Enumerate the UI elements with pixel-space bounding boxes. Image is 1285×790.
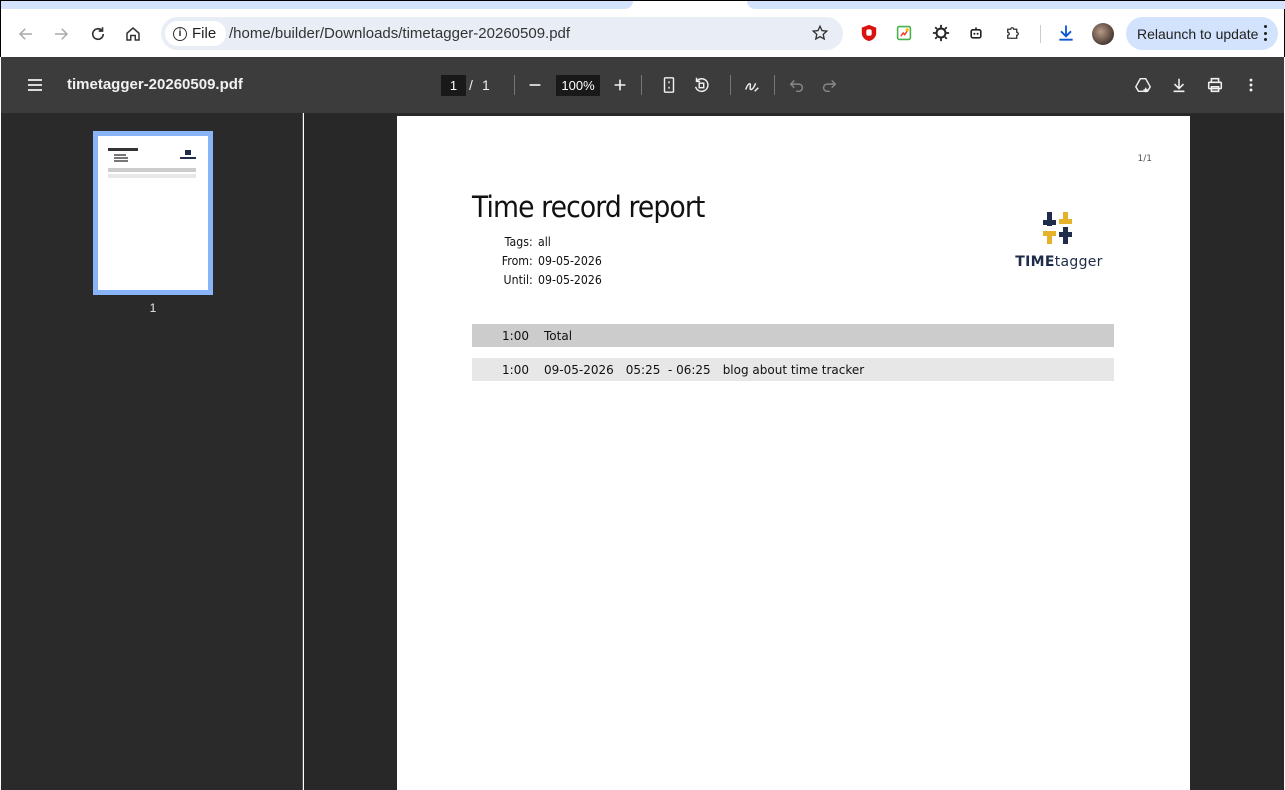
site-info-chip[interactable]: i File (165, 21, 227, 46)
meta-value: 09-05-2026 (538, 272, 602, 287)
robot-extension-icon[interactable] (966, 23, 986, 43)
zoom-level-input[interactable]: 100% (556, 75, 600, 96)
thumbnail-page-preview (98, 136, 208, 290)
entry-time-range: 05:25 - 06:25 (625, 362, 711, 377)
toolbar-divider (1040, 25, 1041, 43)
toolbar-divider (730, 75, 731, 95)
address-bar[interactable]: i File /home/builder/Downloads/timetagge… (161, 17, 843, 50)
meta-value: all (538, 234, 551, 249)
report-title: Time record report (472, 190, 705, 224)
toolbar-divider (774, 75, 775, 95)
fit-page-icon[interactable] (659, 75, 679, 95)
redo-icon[interactable] (819, 75, 839, 95)
entry-description: blog about time tracker (722, 362, 865, 377)
document-title: timetagger-20260509.pdf (67, 76, 243, 93)
zoom-in-icon[interactable] (610, 75, 630, 95)
ublock-icon[interactable] (859, 23, 879, 43)
forward-icon[interactable] (49, 22, 73, 46)
thumbnail-label: 1 (149, 301, 157, 315)
page-number-input[interactable]: 1 (441, 75, 466, 96)
download-icon[interactable] (1056, 23, 1076, 43)
logo-wordmark: TIMEtagger (1008, 254, 1110, 270)
total-duration: 1:00 (502, 328, 529, 343)
logo-wordmark-bold: TIME (1015, 254, 1055, 270)
relaunch-label: Relaunch to update (1137, 25, 1259, 42)
undo-icon[interactable] (787, 75, 807, 95)
browser-chrome: i File /home/builder/Downloads/timetagge… (0, 0, 1285, 57)
logo-wordmark-light: tagger (1054, 254, 1103, 270)
url-text[interactable]: /home/builder/Downloads/timetagger-20260… (229, 25, 570, 42)
meta-from: From: 09-05-2026 (472, 253, 736, 268)
pdf-page: 1/1 Time record report Tags: all From: 09-… (397, 116, 1190, 790)
download-icon[interactable] (1169, 75, 1189, 95)
table-row: 1:00 09-05-2026 05:25 - 06:25 blog about… (472, 358, 1114, 381)
meta-key: From: (501, 253, 533, 268)
meta-tags: Tags: all (472, 234, 736, 249)
meta-until: Until: 09-05-2026 (472, 272, 736, 287)
tab-strip (1, 1, 633, 9)
profile-avatar[interactable] (1092, 23, 1114, 45)
print-icon[interactable] (1205, 75, 1225, 95)
page-separator: / (469, 77, 473, 93)
annotate-pen-icon[interactable] (742, 75, 762, 95)
reload-icon[interactable] (86, 22, 110, 46)
meta-key: Until: (503, 272, 533, 287)
relaunch-button[interactable]: Relaunch to update (1126, 17, 1278, 50)
color-extension-icon[interactable] (894, 23, 914, 43)
drive-save-icon[interactable] (1133, 75, 1153, 95)
page-total: 1 (482, 77, 490, 93)
timetagger-logo-mark (1043, 212, 1072, 244)
extensions-puzzle-icon[interactable] (1003, 23, 1023, 43)
pdf-toolbar: timetagger-20260509.pdf 1 / 1 100% (1, 57, 1284, 113)
toolbar-divider (641, 75, 642, 95)
pdf-viewer: 1/1 Time record report Tags: all From: 09-… (304, 113, 1284, 790)
meta-value: 09-05-2026 (538, 253, 602, 268)
more-vert-icon[interactable] (1241, 75, 1261, 95)
scheme-label: File (192, 25, 217, 42)
home-icon[interactable] (121, 22, 145, 46)
toolbar-divider (514, 75, 515, 95)
zoom-out-icon[interactable] (525, 75, 545, 95)
sun-extension-icon[interactable] (931, 23, 951, 43)
total-row: 1:00 Total (472, 324, 1114, 347)
total-label: Total (544, 328, 573, 343)
page-indicator: 1/1 (1137, 154, 1152, 164)
tab-strip (747, 1, 1285, 9)
page-thumbnail[interactable] (93, 131, 213, 295)
entry-duration: 1:00 (502, 362, 529, 377)
bookmark-star-icon[interactable] (811, 24, 829, 42)
back-icon[interactable] (14, 22, 38, 46)
timetagger-logo: TIMEtagger (1008, 210, 1110, 276)
more-vert-icon[interactable] (1264, 25, 1268, 41)
thumbnail-sidebar: 1 (1, 113, 303, 790)
info-icon: i (173, 26, 187, 41)
entry-date: 09-05-2026 (544, 362, 614, 377)
meta-key: Tags: (504, 234, 533, 249)
rotate-icon[interactable] (691, 75, 711, 95)
menu-icon[interactable] (25, 75, 45, 95)
